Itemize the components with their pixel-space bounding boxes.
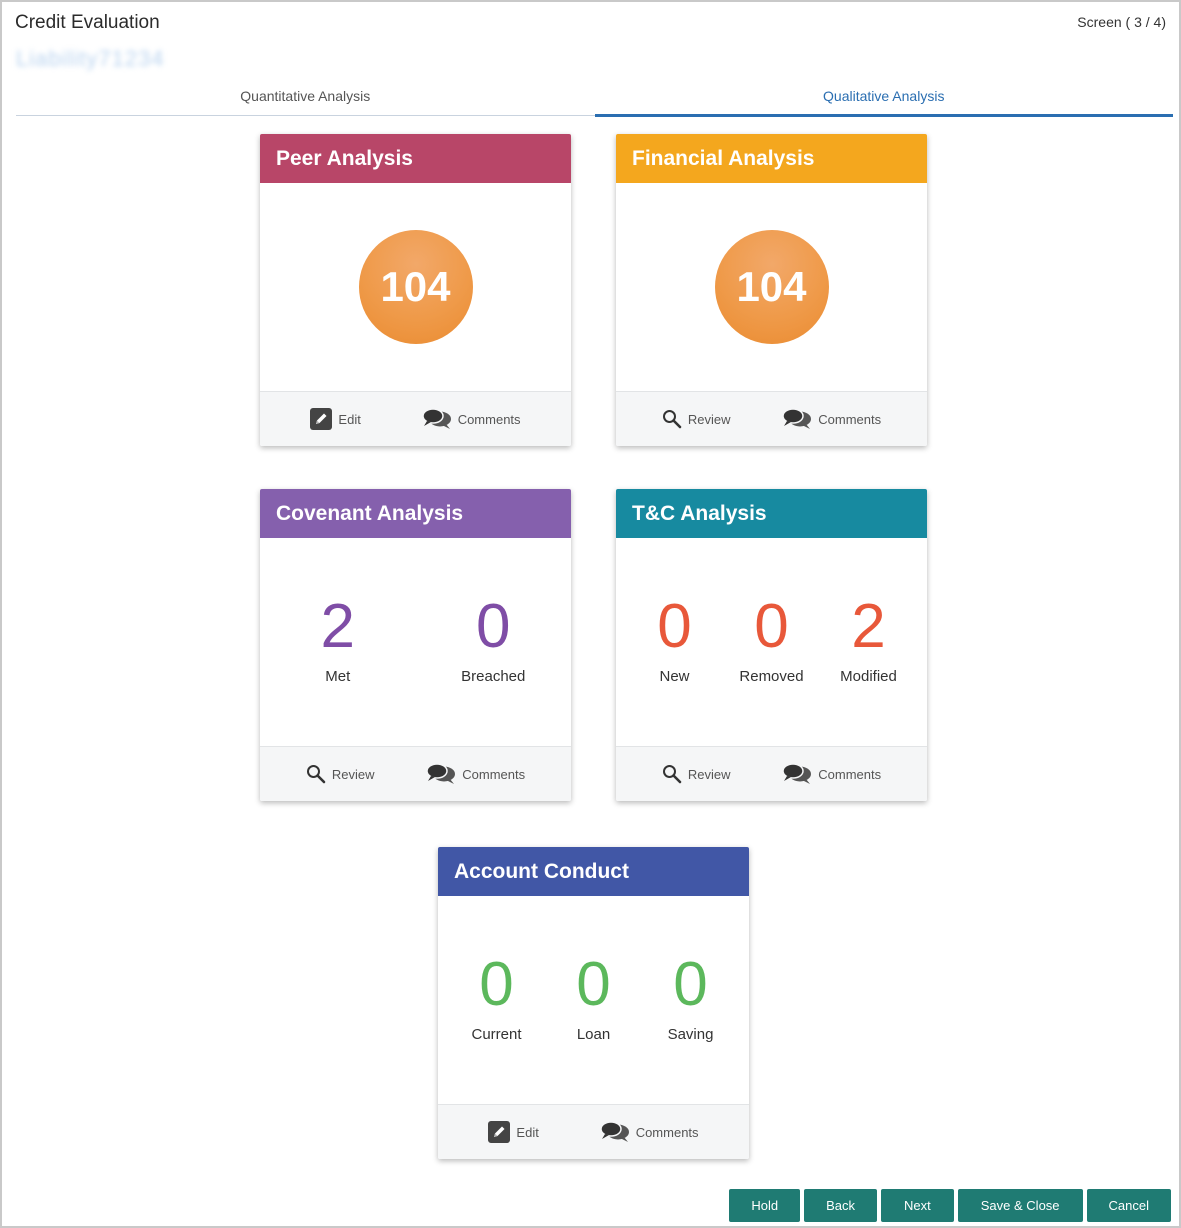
card-header: Covenant Analysis xyxy=(260,489,571,538)
comments-label: Comments xyxy=(457,411,521,427)
card-footer: Review Comments xyxy=(260,746,571,801)
comments-label: Comments xyxy=(462,766,526,782)
metric-current: 0 Current xyxy=(448,950,545,1044)
card-body: 104 xyxy=(616,183,927,391)
back-button[interactable]: Back xyxy=(804,1189,878,1222)
card-body: 2 Met 0 Breached xyxy=(260,538,571,746)
review-label: Review xyxy=(687,411,731,427)
financial-analysis-card: Financial Analysis 104 Review Comments xyxy=(616,134,927,446)
metric-met: 2 Met xyxy=(288,592,388,686)
metric-removed: 0 Removed xyxy=(723,592,820,686)
comments-icon xyxy=(782,763,812,784)
edit-icon xyxy=(310,408,333,430)
peer-comments-button[interactable]: Comments xyxy=(421,408,521,430)
edit-label: Edit xyxy=(516,1124,539,1140)
search-icon xyxy=(662,410,682,429)
tab-quantitative-analysis[interactable]: Quantitative Analysis xyxy=(16,78,595,115)
tab-qualitative-analysis[interactable]: Qualitative Analysis xyxy=(594,78,1174,117)
search-icon xyxy=(662,765,682,784)
card-footer: Edit Comments xyxy=(438,1104,749,1159)
tnc-metrics: 0 New 0 Removed 2 Modified xyxy=(616,592,927,686)
search-icon xyxy=(306,765,326,784)
comments-icon xyxy=(599,1121,629,1142)
peer-score-badge: 104 xyxy=(358,230,473,344)
card-header: T&C Analysis xyxy=(616,489,927,538)
review-label: Review xyxy=(331,766,375,782)
account-comments-button[interactable]: Comments xyxy=(599,1121,699,1143)
card-header: Peer Analysis xyxy=(260,134,571,183)
metric-value: 0 xyxy=(754,592,789,661)
peer-edit-button[interactable]: Edit xyxy=(310,408,361,430)
hold-button[interactable]: Hold xyxy=(729,1189,801,1222)
edit-label: Edit xyxy=(338,411,361,427)
card-body: 0 Current 0 Loan 0 Saving xyxy=(438,896,749,1104)
card-body: 0 New 0 Removed 2 Modified xyxy=(616,538,927,746)
covenant-comments-button[interactable]: Comments xyxy=(426,763,525,785)
edit-icon xyxy=(488,1121,511,1143)
card-header: Financial Analysis xyxy=(616,134,927,183)
card-footer: Review Comments xyxy=(616,391,927,446)
metric-value: 2 xyxy=(320,592,355,661)
metric-value: 2 xyxy=(851,592,886,661)
metric-label: Current xyxy=(471,1026,522,1043)
metric-value: 0 xyxy=(576,950,611,1019)
tnc-analysis-card: T&C Analysis 0 New 0 Removed 2 Modified xyxy=(616,489,927,801)
peer-analysis-card: Peer Analysis 104 Edit Comments xyxy=(260,134,571,446)
comments-icon xyxy=(782,408,812,429)
next-button[interactable]: Next xyxy=(881,1189,954,1222)
save-and-close-button[interactable]: Save & Close xyxy=(957,1189,1083,1222)
financial-comments-button[interactable]: Comments xyxy=(782,408,881,430)
card-footer: Review Comments xyxy=(616,746,927,801)
metric-label: New xyxy=(659,668,690,685)
comments-label: Comments xyxy=(818,766,882,782)
tnc-comments-button[interactable]: Comments xyxy=(782,763,881,785)
metric-value: 0 xyxy=(673,950,708,1019)
window-frame: Credit Evaluation Liability71234 Screen … xyxy=(0,0,1181,1228)
metric-label: Loan xyxy=(576,1026,611,1043)
card-header: Account Conduct xyxy=(438,847,749,896)
financial-review-button[interactable]: Review xyxy=(662,409,731,429)
metric-loan: 0 Loan xyxy=(545,950,642,1044)
metric-label: Saving xyxy=(667,1026,714,1043)
action-bar: Hold Back Next Save & Close Cancel xyxy=(729,1189,1171,1222)
analysis-tabs: Quantitative Analysis Qualitative Analys… xyxy=(16,78,1174,117)
metric-value: 0 xyxy=(657,592,692,661)
metric-label: Met xyxy=(325,668,351,685)
metric-breached: 0 Breached xyxy=(443,592,543,686)
metric-label: Modified xyxy=(840,668,897,685)
account-edit-button[interactable]: Edit xyxy=(488,1121,539,1143)
covenant-analysis-card: Covenant Analysis 2 Met 0 Breached Revie… xyxy=(260,489,571,801)
covenant-metrics: 2 Met 0 Breached xyxy=(260,592,571,686)
comments-label: Comments xyxy=(818,411,882,427)
metric-label: Removed xyxy=(739,668,804,685)
metric-new: 0 New xyxy=(626,592,723,686)
card-body: 104 xyxy=(260,183,571,391)
review-label: Review xyxy=(687,766,731,782)
metric-saving: 0 Saving xyxy=(642,950,739,1044)
screen-indicator: Screen ( 3 / 4) xyxy=(1077,14,1166,30)
comments-icon xyxy=(421,408,451,429)
card-footer: Edit Comments xyxy=(260,391,571,446)
comments-label: Comments xyxy=(635,1124,699,1140)
metric-modified: 2 Modified xyxy=(820,592,917,686)
metric-value: 0 xyxy=(476,592,511,661)
account-conduct-card: Account Conduct 0 Current 0 Loan 0 Savin… xyxy=(438,847,749,1159)
cancel-button[interactable]: Cancel xyxy=(1086,1189,1171,1222)
metric-label: Breached xyxy=(461,668,526,685)
comments-icon xyxy=(426,763,456,784)
account-metrics: 0 Current 0 Loan 0 Saving xyxy=(438,950,749,1044)
financial-score-badge: 104 xyxy=(714,230,829,344)
metric-value: 0 xyxy=(479,950,514,1019)
application-id: Liability71234 xyxy=(16,46,165,71)
covenant-review-button[interactable]: Review xyxy=(306,764,375,784)
page-title: Credit Evaluation xyxy=(15,12,160,33)
tnc-review-button[interactable]: Review xyxy=(662,764,731,784)
